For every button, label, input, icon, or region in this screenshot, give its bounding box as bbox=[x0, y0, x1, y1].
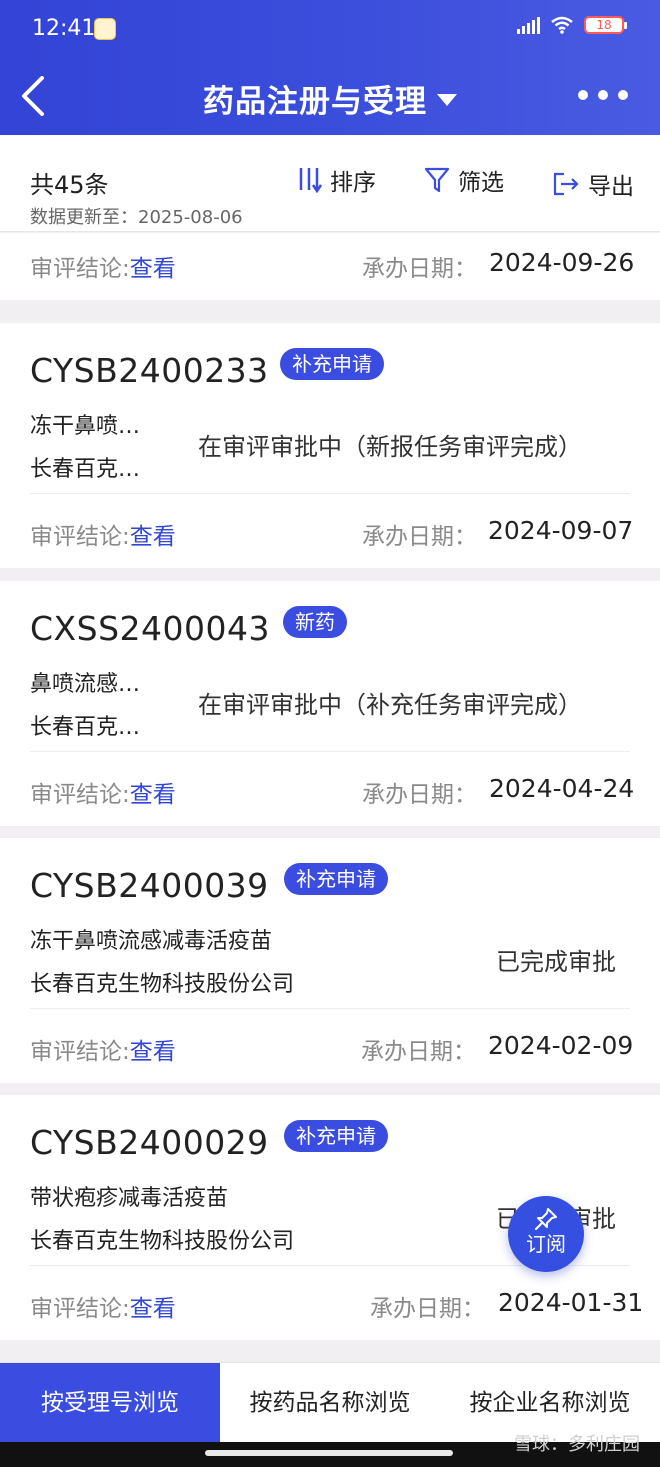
card-divider bbox=[30, 751, 630, 752]
company-name: 长春百克生物科技股份公司 bbox=[30, 972, 295, 997]
drug-name: 冻干鼻喷流感减毒活疫苗 bbox=[30, 929, 273, 954]
filter-button[interactable]: 筛选 bbox=[424, 163, 504, 197]
cellular-signal-icon bbox=[517, 16, 540, 34]
status-bar: 12:41 18 bbox=[0, 0, 660, 60]
drug-name: 鼻喷流感… bbox=[30, 672, 141, 697]
company-name: 长春百克生物科技股份公司 bbox=[30, 1229, 295, 1254]
notification-app-icon bbox=[94, 18, 116, 40]
accept-date: 2024-09-26 bbox=[489, 248, 635, 277]
review-status: 在审评审批中（补充任务审评完成） bbox=[198, 691, 582, 719]
date-label: 承办日期： bbox=[361, 1039, 476, 1065]
record-card[interactable]: CYSB2400233 补充申请 冻干鼻喷… 长春百克… 在审评审批中（新报任务… bbox=[0, 323, 660, 568]
caret-down-icon bbox=[437, 94, 457, 106]
export-button[interactable]: 导出 bbox=[552, 167, 634, 201]
acceptance-number: CYSB2400039 bbox=[30, 866, 269, 905]
accept-date: 2024-02-09 bbox=[488, 1031, 634, 1060]
watermark: 雪球：多利庄园 bbox=[514, 1434, 640, 1455]
home-indicator[interactable] bbox=[205, 1450, 453, 1456]
list-toolbar: 共45条 数据更新至：2025-08-06 排序 筛选 导出 bbox=[0, 135, 660, 232]
review-status: 已完成审批 bbox=[496, 948, 616, 976]
date-label: 承办日期： bbox=[370, 1296, 485, 1322]
export-label: 导出 bbox=[588, 174, 634, 200]
application-type-badge: 补充申请 bbox=[280, 348, 384, 380]
sort-button[interactable]: 排序 bbox=[296, 163, 376, 197]
sort-label: 排序 bbox=[330, 170, 376, 196]
company-name: 长春百克… bbox=[30, 457, 141, 482]
wifi-icon bbox=[551, 16, 573, 34]
record-card-partial[interactable]: 审评结论:查看 承办日期： 2024-09-26 bbox=[0, 233, 660, 300]
application-type-badge: 补充申请 bbox=[284, 863, 388, 895]
app-header: 12:41 18 药品注册与受理 bbox=[0, 0, 660, 135]
filter-label: 筛选 bbox=[458, 170, 504, 196]
export-icon bbox=[553, 172, 579, 196]
accept-date: 2024-04-24 bbox=[489, 774, 635, 803]
subscribe-label: 订阅 bbox=[526, 1232, 566, 1256]
drug-name: 冻干鼻喷… bbox=[30, 414, 141, 439]
date-label: 承办日期： bbox=[362, 524, 477, 550]
application-type-badge: 补充申请 bbox=[284, 1120, 388, 1152]
data-updated-date: 数据更新至：2025-08-06 bbox=[30, 207, 243, 228]
tab-by-acceptance-number[interactable]: 按受理号浏览 bbox=[0, 1363, 220, 1443]
date-label: 承办日期： bbox=[362, 256, 477, 282]
review-conclusion: 审评结论:查看 bbox=[30, 1296, 176, 1322]
view-conclusion-link[interactable]: 查看 bbox=[130, 524, 176, 550]
tab-by-drug-name[interactable]: 按药品名称浏览 bbox=[220, 1363, 440, 1443]
company-name: 长春百克… bbox=[30, 715, 141, 740]
accept-date: 2024-09-07 bbox=[488, 516, 634, 545]
review-conclusion: 审评结论:查看 bbox=[30, 256, 176, 282]
view-conclusion-link[interactable]: 查看 bbox=[130, 1039, 176, 1065]
card-divider bbox=[30, 1008, 630, 1009]
review-status: 在审评审批中（新报任务审评完成） bbox=[198, 433, 582, 461]
review-conclusion: 审评结论:查看 bbox=[30, 524, 176, 550]
card-divider bbox=[30, 493, 630, 494]
acceptance-number: CXSS2400043 bbox=[30, 609, 271, 648]
application-type-badge: 新药 bbox=[283, 606, 347, 638]
more-options-icon[interactable] bbox=[578, 90, 628, 100]
acceptance-number: CYSB2400029 bbox=[30, 1123, 269, 1162]
drug-name: 带状疱疹减毒活疫苗 bbox=[30, 1186, 229, 1211]
page-title: 药品注册与受理 bbox=[203, 84, 427, 120]
view-conclusion-link[interactable]: 查看 bbox=[130, 782, 176, 808]
review-conclusion: 审评结论:查看 bbox=[30, 1039, 176, 1065]
view-conclusion-link[interactable]: 查看 bbox=[130, 1296, 176, 1322]
date-label: 承办日期： bbox=[362, 782, 477, 808]
status-time: 12:41 bbox=[32, 16, 96, 41]
record-card[interactable]: CXSS2400043 新药 鼻喷流感… 长春百克… 在审评审批中（补充任务审评… bbox=[0, 581, 660, 826]
review-conclusion: 审评结论:查看 bbox=[30, 782, 176, 808]
accept-date: 2024-01-31 bbox=[498, 1288, 644, 1317]
status-indicators: 18 bbox=[517, 16, 627, 34]
subscribe-button[interactable]: 订阅 bbox=[508, 1196, 584, 1272]
battery-icon: 18 bbox=[584, 16, 627, 34]
sort-icon bbox=[299, 168, 322, 194]
record-card[interactable]: CYSB2400039 补充申请 冻干鼻喷流感减毒活疫苗 长春百克生物科技股份公… bbox=[0, 838, 660, 1083]
result-count: 共45条 bbox=[30, 171, 109, 199]
filter-icon bbox=[424, 167, 450, 193]
acceptance-number: CYSB2400233 bbox=[30, 351, 269, 390]
page-title-dropdown[interactable]: 药品注册与受理 bbox=[0, 76, 660, 121]
view-conclusion-link[interactable]: 查看 bbox=[130, 256, 176, 282]
